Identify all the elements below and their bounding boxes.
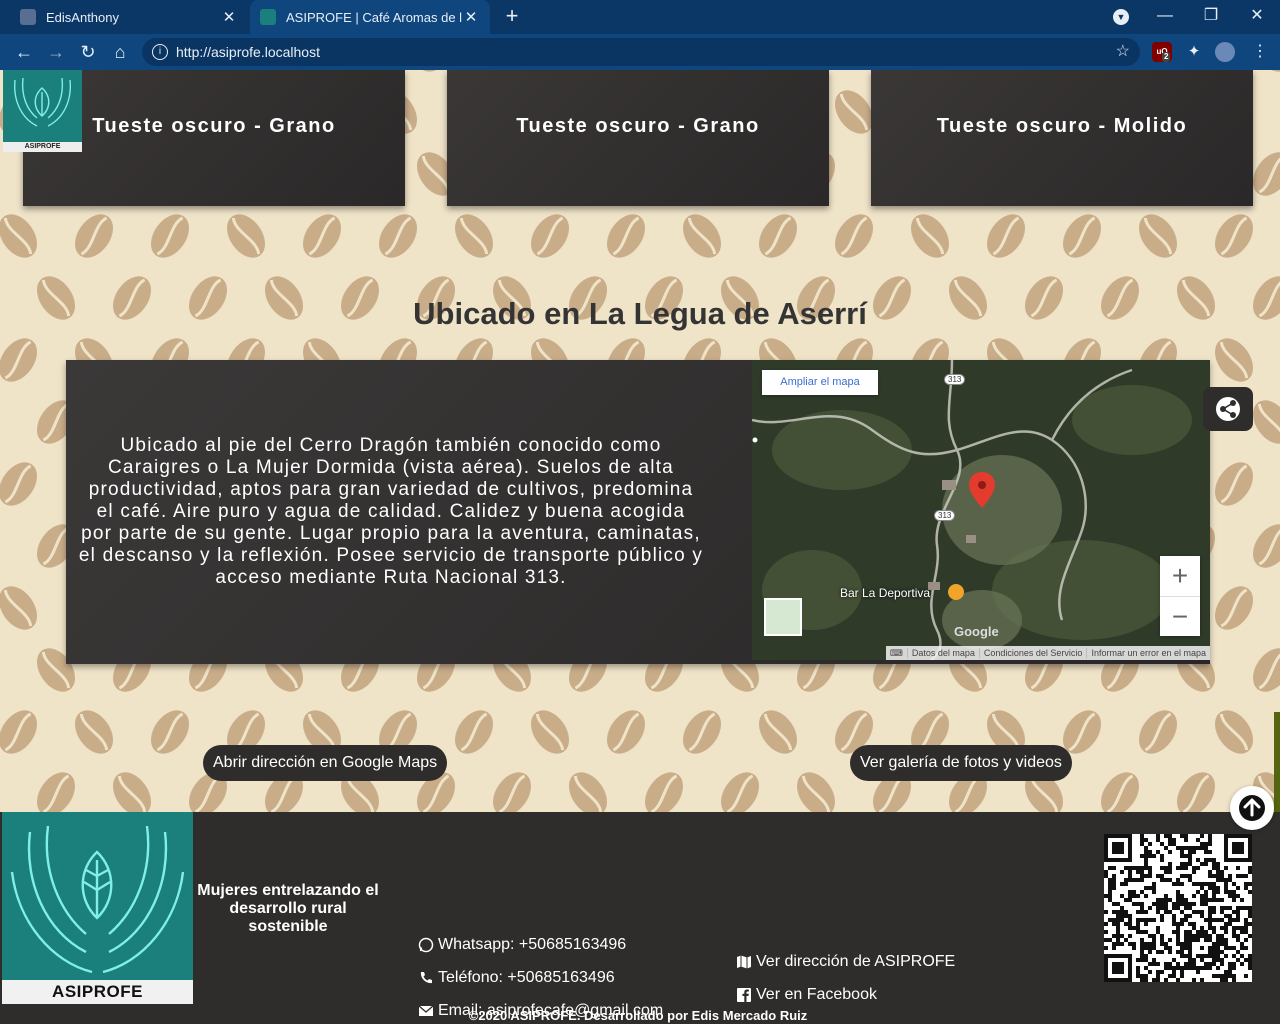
satellite-map-image (752, 360, 1210, 660)
route-313-label: 313 (944, 374, 966, 385)
map-icon (737, 955, 751, 969)
tab-asiprofe[interactable]: ASIPROFE | Café Aromas de la Legua ✕ (250, 0, 490, 34)
location-panel: Ubicado al pie del Cerro Dragón también … (66, 360, 1210, 664)
profile-avatar[interactable] (1215, 42, 1235, 62)
tab-search-icon[interactable]: ▼ (1113, 9, 1129, 25)
enlarge-map-button[interactable]: Ampliar el mapa (762, 370, 878, 395)
site-info-icon[interactable]: i (152, 44, 168, 60)
facebook-link[interactable]: Ver en Facebook (736, 986, 877, 1004)
site-footer: ASIPROFE Mujeres entrelazando el desarro… (0, 812, 1280, 1024)
web-page: Tueste oscuro - Grano Tueste oscuro - Gr… (0, 70, 1280, 1024)
open-google-maps-button[interactable]: Abrir dirección en Google Maps (203, 745, 448, 781)
product-name: Tueste oscuro - Grano (92, 114, 336, 137)
tab-edisanthony[interactable]: EdisAnthony ✕ (10, 0, 248, 34)
extension-badge: 2 (1162, 52, 1171, 62)
menu-kebab-icon[interactable]: ⋮ (1250, 42, 1270, 62)
terms-link[interactable]: Condiciones del Servicio (978, 648, 1087, 658)
facebook-text: Ver en Facebook (756, 986, 877, 1003)
zoom-out-button[interactable]: − (1160, 596, 1200, 636)
map-data-link[interactable]: Datos del mapa (906, 648, 979, 658)
asiprofe-logo[interactable]: ASIPROFE (3, 70, 82, 152)
address-link[interactable]: Ver dirección de ASIPROFE (736, 953, 955, 971)
tab-title: ASIPROFE | Café Aromas de la Legua (286, 9, 462, 25)
product-card[interactable]: Tueste oscuro - Grano (447, 70, 829, 206)
embedded-google-map[interactable]: 313 313 Ampliar el mapa Bar La Deportiva… (752, 360, 1210, 660)
map-type-thumbnail[interactable] (764, 598, 802, 636)
browser-tab-strip: EdisAnthony ✕ ASIPROFE | Café Aromas de … (0, 0, 1280, 34)
location-heading: Ubicado en La Legua de Aserrí (413, 296, 867, 331)
minimize-icon[interactable]: — (1142, 0, 1188, 34)
home-icon[interactable]: ⌂ (108, 40, 132, 64)
share-icon (1216, 397, 1240, 421)
gallery-button[interactable]: Ver galería de fotos y videos (850, 745, 1072, 781)
bookmark-star-icon[interactable]: ☆ (1116, 38, 1130, 66)
extensions-puzzle-icon[interactable]: ✦ (1184, 42, 1204, 62)
hands-leaf-icon (14, 77, 71, 127)
ublock-extension-icon[interactable]: uO 2 (1152, 42, 1172, 62)
footer-tagline: Mujeres entrelazando el desarrollo rural… (197, 882, 379, 935)
zoom-in-button[interactable]: + (1160, 556, 1200, 596)
profile-favicon-icon (20, 9, 36, 25)
tab-title: EdisAnthony (46, 9, 119, 25)
product-card[interactable]: Tueste oscuro - Molido (871, 70, 1253, 206)
browser-toolbar: ← → ↻ ⌂ i http://asiprofe.localhost ☆ uO… (0, 34, 1280, 70)
scroll-to-top-button[interactable] (1230, 786, 1274, 830)
keyboard-icon[interactable]: ⌨ (886, 648, 907, 659)
address-bar[interactable]: i http://asiprofe.localhost ☆ (142, 38, 1140, 66)
reload-icon[interactable]: ↻ (76, 40, 100, 64)
qr-code (1104, 834, 1252, 982)
tab-close-icon[interactable]: ✕ (220, 8, 238, 26)
new-tab-icon[interactable]: + (500, 4, 524, 28)
whatsapp-icon (418, 937, 434, 953)
google-logo: Google (954, 624, 999, 639)
tab-close-icon[interactable]: ✕ (462, 8, 480, 26)
share-button[interactable] (1203, 387, 1253, 431)
arrow-up-circle-icon (1239, 795, 1265, 821)
forward-icon[interactable]: → (44, 40, 68, 64)
facebook-icon (737, 988, 751, 1002)
product-name: Tueste oscuro - Molido (936, 114, 1188, 137)
address-text: Ver dirección de ASIPROFE (756, 953, 956, 970)
location-description: Ubicado al pie del Cerro Dragón también … (78, 435, 704, 588)
whatsapp-text: Whatsapp: +50685163496 (438, 936, 627, 953)
copyright-text: ©2020 ASIPROFE. Desarrollado por Edis Me… (468, 1008, 808, 1023)
back-icon[interactable]: ← (12, 40, 36, 64)
map-attribution-bar: ⌨ Datos del mapa Condiciones del Servici… (885, 646, 1210, 660)
logo-label: ASIPROFE (2, 980, 193, 1004)
whatsapp-link[interactable]: Whatsapp: +50685163496 (418, 936, 626, 954)
phone-link[interactable]: Teléfono: +50685163496 (418, 969, 615, 987)
map-place-label[interactable]: Bar La Deportiva (840, 586, 930, 600)
url-text: http://asiprofe.localhost (176, 44, 320, 60)
logo-label: ASIPROFE (24, 143, 61, 150)
route-313-label: 313 (934, 510, 956, 521)
restore-icon[interactable]: ❐ (1188, 0, 1234, 34)
side-accent-bar (1274, 712, 1280, 812)
close-window-icon[interactable]: ✕ (1234, 0, 1280, 34)
phone-text: Teléfono: +50685163496 (438, 969, 615, 986)
asiprofe-footer-logo[interactable]: ASIPROFE (2, 812, 193, 1004)
hands-leaf-icon (10, 825, 185, 974)
product-name: Tueste oscuro - Grano (516, 114, 760, 137)
map-zoom-controls: + − (1160, 556, 1200, 636)
asiprofe-favicon-icon (260, 9, 276, 25)
phone-icon (420, 972, 432, 984)
report-error-link[interactable]: Informar un error en el mapa (1086, 648, 1210, 658)
